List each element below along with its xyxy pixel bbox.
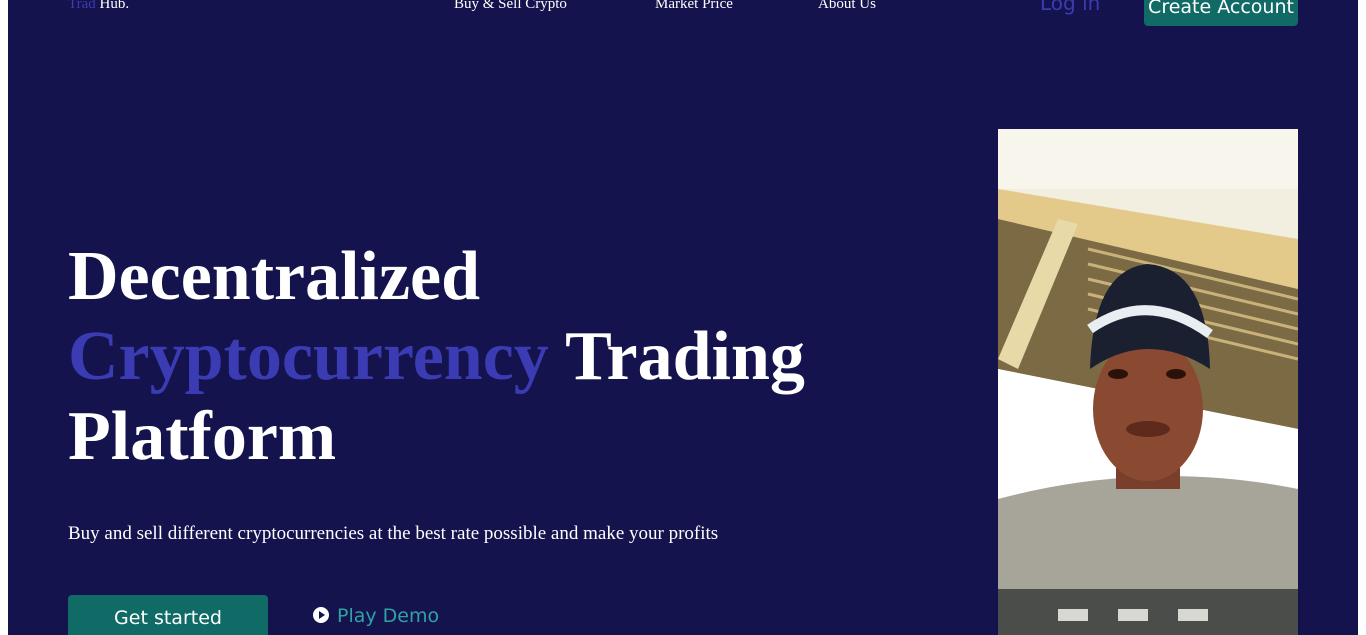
hero-title: Decentralized Cryptocurrency Trading Pla… <box>68 237 868 477</box>
page: Trad Hub. Buy & Sell Crypto Market Price… <box>8 0 1358 635</box>
play-circle-icon <box>313 606 329 623</box>
nav-link-about-us[interactable]: About Us <box>818 0 876 13</box>
login-link[interactable]: Log in <box>1040 0 1100 15</box>
hero-title-rest: Trading <box>565 318 805 395</box>
hero-title-accent: Cryptocurrency <box>68 318 549 395</box>
hero-title-line1: Decentralized <box>68 238 481 315</box>
get-started-button[interactable]: Get started <box>68 595 268 635</box>
create-account-button[interactable]: Create Account <box>1144 0 1298 26</box>
logo-accent: Trad <box>68 0 96 12</box>
nav-link-market-price[interactable]: Market Price <box>655 0 733 13</box>
hero-subtitle: Buy and sell different cryptocurrencies … <box>68 523 719 544</box>
right-edge-strip <box>1358 0 1366 635</box>
hero-title-line3: Platform <box>68 398 337 475</box>
top-navigation: Trad Hub. Buy & Sell Crypto Market Price… <box>8 0 1358 40</box>
logo-rest: Hub. <box>99 0 130 12</box>
play-demo-label: Play Demo <box>337 605 440 627</box>
hero-photo <box>998 129 1298 635</box>
play-demo-link[interactable]: Play Demo <box>313 605 439 627</box>
nav-link-buy-sell-crypto[interactable]: Buy & Sell Crypto <box>454 0 567 13</box>
logo[interactable]: Trad Hub. <box>68 0 129 13</box>
